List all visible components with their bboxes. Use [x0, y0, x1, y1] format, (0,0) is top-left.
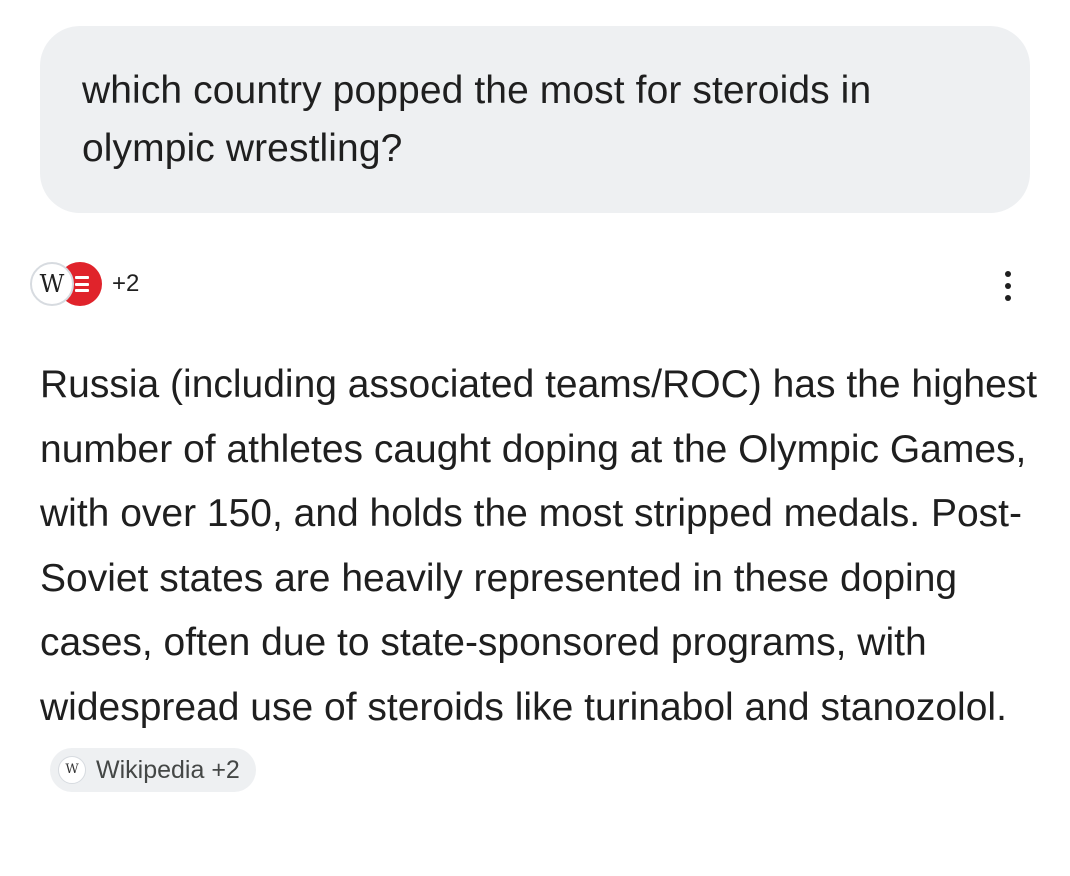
citation-chip[interactable]: W Wikipedia +2: [50, 747, 256, 792]
sources-row[interactable]: W +2: [30, 260, 139, 308]
wikipedia-icon: W: [30, 262, 74, 306]
more-options-icon[interactable]: [992, 262, 1024, 310]
citation-chip-label: Wikipedia +2: [96, 755, 240, 784]
answer-body: Russia (including associated teams/ROC) …: [40, 363, 1038, 729]
sources-count: +2: [112, 270, 140, 297]
wikipedia-icon: W: [58, 755, 86, 784]
user-message-text: which country popped the most for steroi…: [82, 69, 872, 170]
user-message-bubble: which country popped the most for steroi…: [40, 26, 1030, 213]
answer-text: Russia (including associated teams/ROC) …: [40, 353, 1040, 805]
